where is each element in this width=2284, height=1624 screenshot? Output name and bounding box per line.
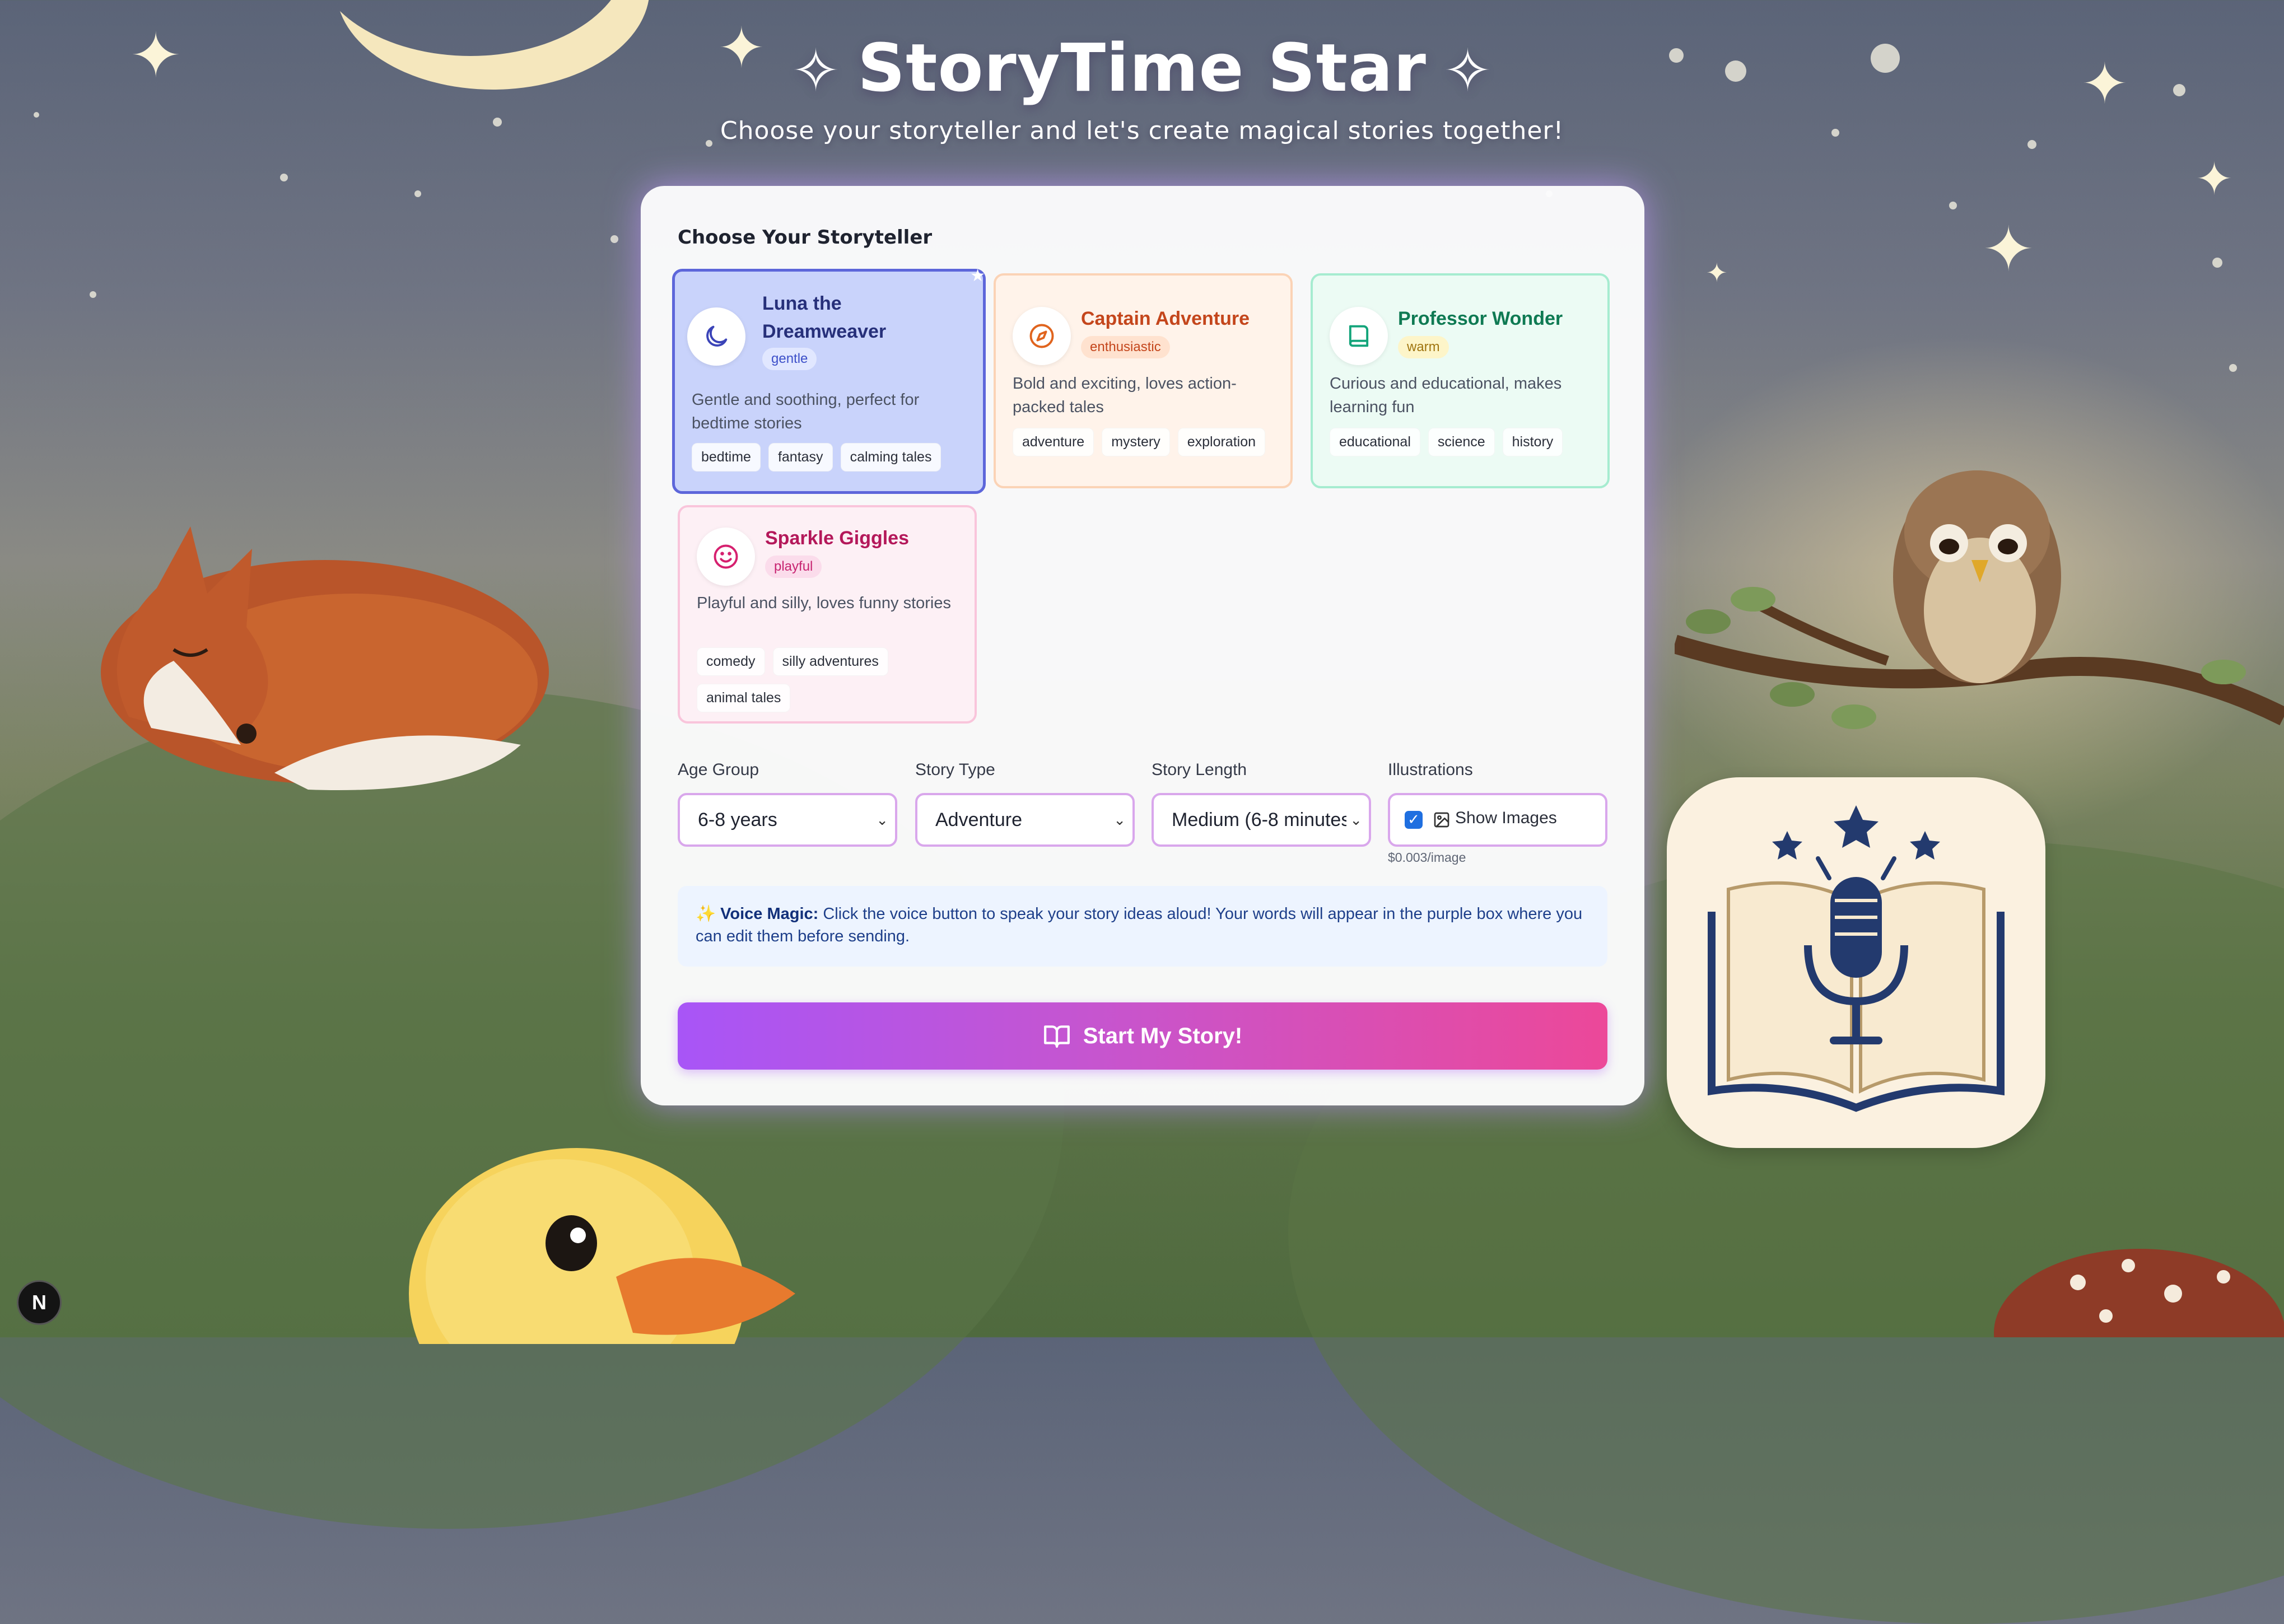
illustrations-toggle[interactable]: ✓ Show Images	[1388, 793, 1607, 847]
storyteller-name: Sparkle Giggles	[765, 528, 909, 549]
star-icon: ✦	[1706, 258, 1728, 288]
image-icon	[1434, 812, 1449, 828]
storyteller-mood-badge: enthusiastic	[1081, 336, 1170, 358]
start-story-label: Start My Story!	[1083, 1023, 1243, 1048]
storyteller-mood-badge: warm	[1398, 336, 1449, 358]
story-length-select[interactable]: Medium (6-8 minutes) ⌄	[1152, 793, 1371, 847]
tag: bedtime	[692, 443, 761, 472]
chevron-down-icon: ⌄	[1110, 795, 1126, 844]
story-type-select[interactable]: Adventure ⌄	[915, 793, 1135, 847]
start-story-button[interactable]: Start My Story!	[678, 1002, 1607, 1070]
voice-magic-text: Click the voice button to speak your sto…	[696, 905, 1583, 945]
show-images-label: Show Images	[1455, 809, 1557, 827]
tag: silly adventures	[772, 647, 888, 676]
sparkles-icon: ✨	[696, 905, 716, 923]
tag: fantasy	[768, 443, 833, 472]
open-book-icon	[1043, 1025, 1070, 1048]
app-title: ✧ StoryTime Star ✧	[0, 29, 2284, 106]
fox-illustration	[101, 526, 549, 790]
sparkle-icon: ✧	[791, 36, 841, 105]
age-group-select[interactable]: 6-8 years ⌄	[678, 793, 897, 847]
mushroom-illustration	[1994, 1249, 2284, 1337]
storyteller-description: Gentle and soothing, perfect for bedtime…	[692, 391, 920, 432]
star-icon: ✦	[2196, 153, 2234, 205]
storyteller-card-captain-adventure[interactable]: Captain Adventure enthusiastic Bold and …	[994, 273, 1293, 488]
storyteller-description: Bold and exciting, loves action-packed t…	[1013, 375, 1237, 416]
tag: exploration	[1177, 428, 1266, 456]
tag: animal tales	[697, 684, 791, 712]
age-group-label: Age Group	[678, 760, 759, 779]
storyteller-tags: bedtime fantasy calming tales	[692, 443, 977, 472]
smile-icon	[697, 528, 755, 586]
storyteller-section-label: Choose Your Storyteller	[678, 226, 933, 249]
app-logo	[1667, 777, 2045, 1148]
age-group-value: 6-8 years	[698, 809, 777, 830]
story-type-value: Adventure	[935, 809, 1022, 830]
storyteller-card-professor-wonder[interactable]: Professor Wonder warm Curious and educat…	[1311, 273, 1610, 488]
selected-star-icon: ★	[970, 266, 985, 286]
voice-magic-tip: ✨ Voice Magic: Click the voice button to…	[678, 886, 1607, 967]
tag: comedy	[697, 647, 765, 676]
storyteller-name: Professor Wonder	[1398, 308, 1563, 329]
storyteller-mood-badge: playful	[765, 556, 822, 578]
storyteller-tags: adventure mystery exploration	[1013, 428, 1281, 456]
tag: educational	[1330, 428, 1420, 456]
moon-icon	[687, 307, 745, 366]
tag: mystery	[1102, 428, 1170, 456]
chevron-down-icon: ⌄	[873, 795, 888, 844]
storyteller-description: Curious and educational, makes learning …	[1330, 375, 1562, 416]
storyteller-name: Captain Adventure	[1081, 308, 1250, 329]
story-setup-card: Choose Your Storyteller Luna the Dreamwe…	[641, 186, 1644, 1105]
voice-magic-title: Voice Magic:	[720, 905, 819, 923]
storyteller-tags: comedy silly adventures animal tales	[697, 647, 932, 712]
storyteller-description: Playful and silly, loves funny stories	[697, 594, 952, 612]
story-length-label: Story Length	[1152, 760, 1247, 779]
tag: calming tales	[840, 443, 941, 472]
storyteller-tags: educational science history	[1330, 428, 1598, 456]
book-icon	[1330, 307, 1388, 365]
sparkle-icon: ✧	[1443, 36, 1493, 105]
app-subtitle: Choose your storyteller and let's create…	[720, 116, 1564, 145]
tag: history	[1502, 428, 1563, 456]
story-type-label: Story Type	[915, 760, 995, 779]
duck-illustration	[409, 1148, 795, 1344]
next-dev-badge[interactable]: N	[17, 1280, 62, 1325]
star-icon: ✦	[1983, 213, 2035, 285]
storyteller-card-luna[interactable]: Luna the Dreamweaver gentle Gentle and s…	[672, 266, 986, 494]
tag: science	[1428, 428, 1495, 456]
storyteller-card-sparkle-giggles[interactable]: Sparkle Giggles playful Playful and sill…	[678, 505, 977, 724]
storyteller-mood-badge: gentle	[762, 348, 817, 370]
chevron-down-icon: ⌄	[1346, 795, 1362, 844]
app-title-text: StoryTime Star	[857, 29, 1427, 106]
image-price: $0.003/image	[1388, 850, 1466, 865]
tag: adventure	[1013, 428, 1094, 456]
show-images-checkbox[interactable]: ✓	[1405, 811, 1423, 829]
storyteller-name: Luna the Dreamweaver	[762, 293, 887, 342]
compass-icon	[1013, 307, 1071, 365]
illustrations-label: Illustrations	[1388, 760, 1473, 779]
story-length-value: Medium (6-8 minutes)	[1172, 809, 1357, 830]
